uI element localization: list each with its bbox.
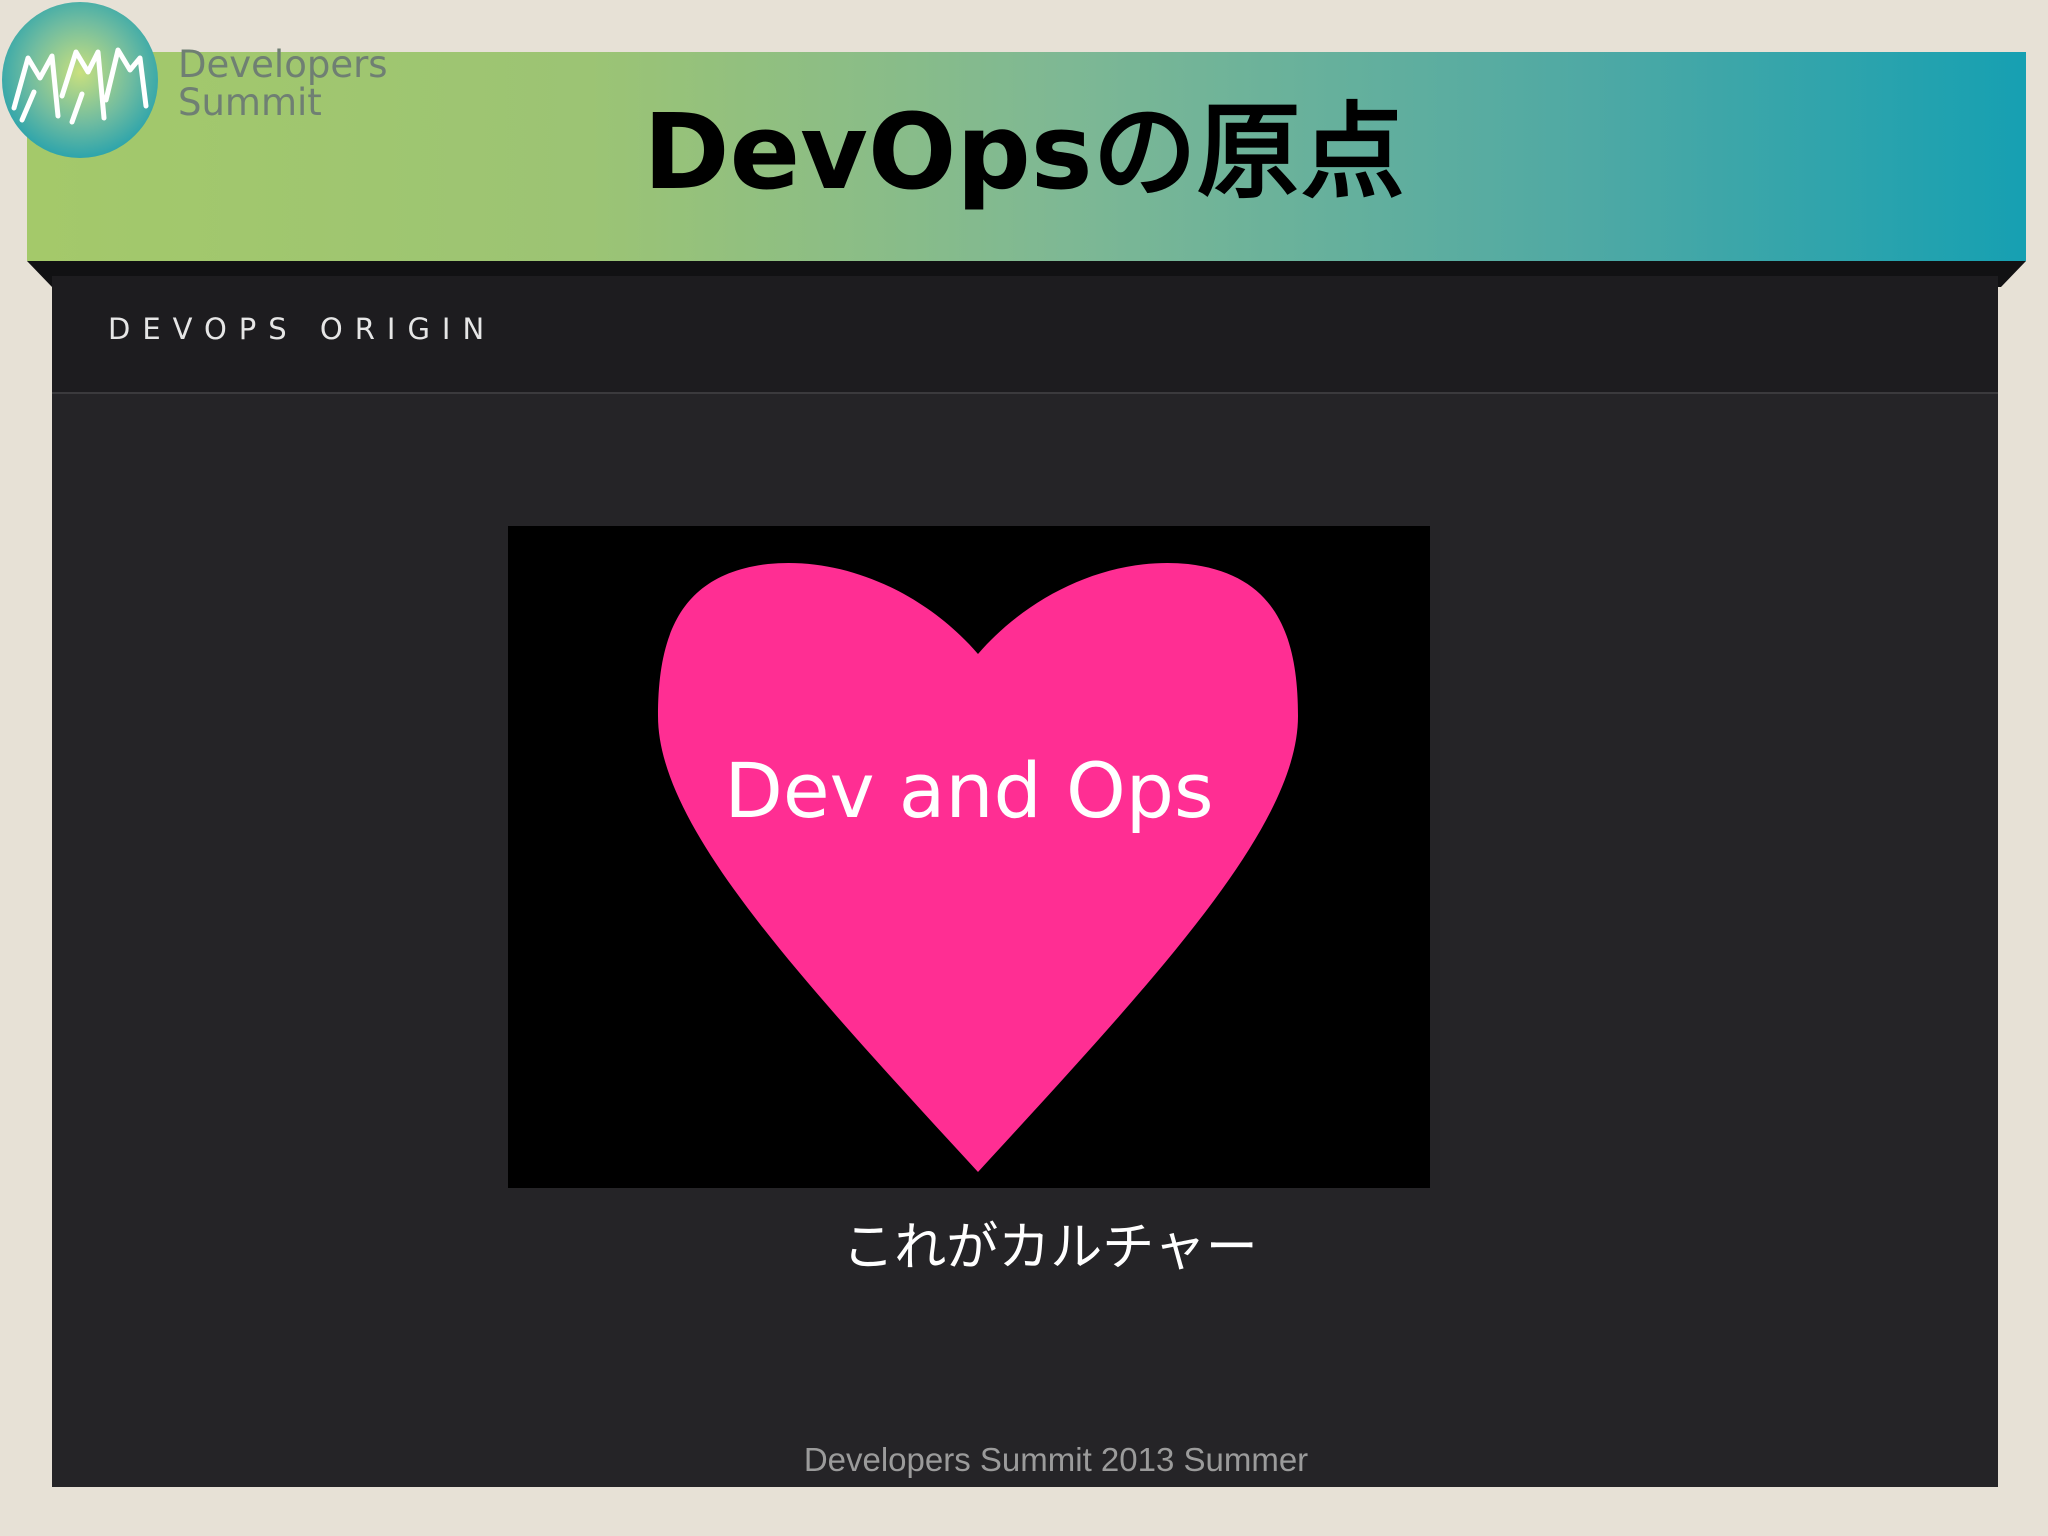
heart-image: Dev and Ops	[508, 526, 1430, 1188]
content-panel: DEVOPS ORIGIN Dev and Ops これがカルチャー Devel…	[52, 276, 1998, 1487]
subheader-strip: DEVOPS ORIGIN	[52, 276, 1998, 394]
footer-text: Developers Summit 2013 Summer	[803, 1441, 1309, 1478]
brand-line-developers: Developers	[178, 43, 388, 86]
image-caption: これがカルチャー	[842, 1218, 1258, 1278]
section-label: DEVOPS ORIGIN	[108, 312, 497, 346]
slide-title: DevOpsの原点	[643, 91, 1405, 213]
heart-icon	[658, 562, 1298, 1172]
heart-label: Dev and Ops	[724, 746, 1214, 835]
